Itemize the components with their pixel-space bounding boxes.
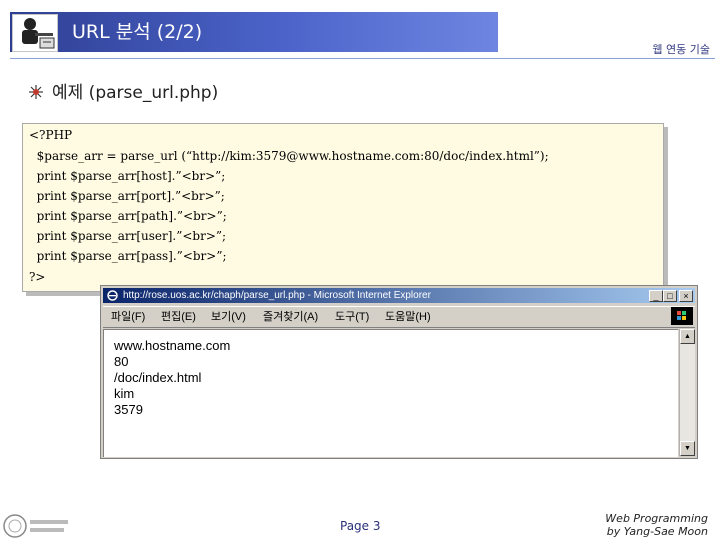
menu-help[interactable]: 도움말(H) xyxy=(385,307,431,327)
code-line: ?> xyxy=(29,270,46,284)
professor-logo-icon xyxy=(12,14,58,52)
browser-content: www.hostname.com 80 /doc/index.html kim … xyxy=(103,329,678,457)
footer-credit: Web Programming by Yang-Sae Moon xyxy=(605,512,708,538)
menu-favorites[interactable]: 즐겨찾기(A) xyxy=(263,307,318,327)
menu-edit[interactable]: 편집(E) xyxy=(161,307,196,327)
output-line: www.hostname.com xyxy=(114,338,231,353)
browser-menu-bar: 파일(F) 편집(E) 보기(V) 즐겨찾기(A) 도구(T) 도움말(H) xyxy=(103,306,695,328)
menu-view[interactable]: 보기(V) xyxy=(211,307,246,327)
code-line: <?PHP xyxy=(29,128,73,142)
page-title: URL 분석 (2/2) xyxy=(72,21,203,43)
code-line: print $parse_arr[path].”<br>”; xyxy=(29,209,227,223)
output-line: /doc/index.html xyxy=(114,370,202,385)
minimize-button[interactable]: _ xyxy=(649,290,663,302)
university-logo-icon xyxy=(2,513,72,539)
browser-title: http://rose.uos.ac.kr/chaph/parse_url.ph… xyxy=(123,290,431,301)
output-line: kim xyxy=(114,386,135,401)
code-line: print $parse_arr[host].”<br>”; xyxy=(29,169,226,183)
internet-explorer-icon xyxy=(107,290,118,301)
vertical-scrollbar[interactable]: ▲ ▼ xyxy=(679,329,695,456)
section-title: 예제 (parse_url.php) xyxy=(52,83,219,103)
scroll-up-icon[interactable]: ▲ xyxy=(680,329,695,344)
footer-credit-line2: by Yang-Sae Moon xyxy=(606,525,708,538)
code-line: print $parse_arr[user].”<br>”; xyxy=(29,229,227,243)
windows-logo-icon xyxy=(671,307,693,325)
output-line: 80 xyxy=(114,354,129,369)
bullet-icon xyxy=(28,84,44,100)
close-button[interactable]: × xyxy=(679,290,693,302)
menu-file[interactable]: 파일(F) xyxy=(111,307,145,327)
page-number: Page 3 xyxy=(340,519,381,533)
maximize-button[interactable]: □ xyxy=(663,290,677,302)
code-line: print $parse_arr[port].”<br>”; xyxy=(29,189,225,203)
code-line: print $parse_arr[pass].”<br>”; xyxy=(29,249,227,263)
course-topic-label: 웹 연동 기술 xyxy=(652,43,710,56)
code-block: <?PHP $parse_arr = parse_url (“http://ki… xyxy=(22,123,664,292)
output-line: 3579 xyxy=(114,402,143,417)
footer-credit-line1: Web Programming xyxy=(605,512,708,525)
code-line: $parse_arr = parse_url (“http://kim:3579… xyxy=(29,149,549,163)
browser-window: http://rose.uos.ac.kr/chaph/parse_url.ph… xyxy=(100,285,698,459)
header-divider xyxy=(10,58,715,59)
browser-title-bar[interactable]: http://rose.uos.ac.kr/chaph/parse_url.ph… xyxy=(103,288,695,303)
scroll-down-icon[interactable]: ▼ xyxy=(680,441,695,456)
menu-tools[interactable]: 도구(T) xyxy=(335,307,369,327)
